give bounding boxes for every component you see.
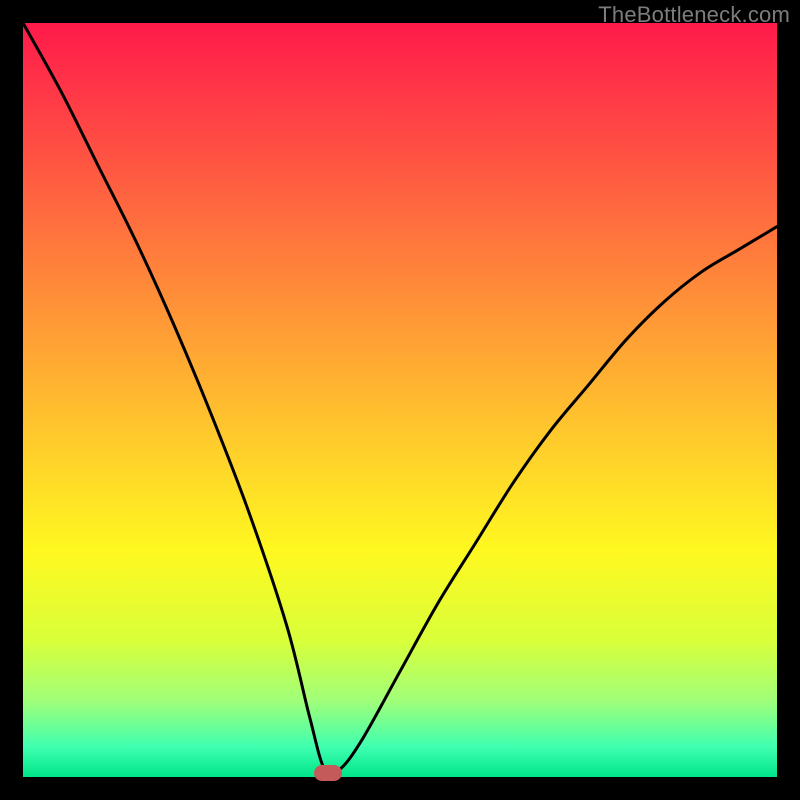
plot-area xyxy=(23,23,777,777)
watermark-text: TheBottleneck.com xyxy=(598,2,790,28)
bottleneck-curve xyxy=(23,23,777,777)
optimal-marker xyxy=(314,765,342,781)
